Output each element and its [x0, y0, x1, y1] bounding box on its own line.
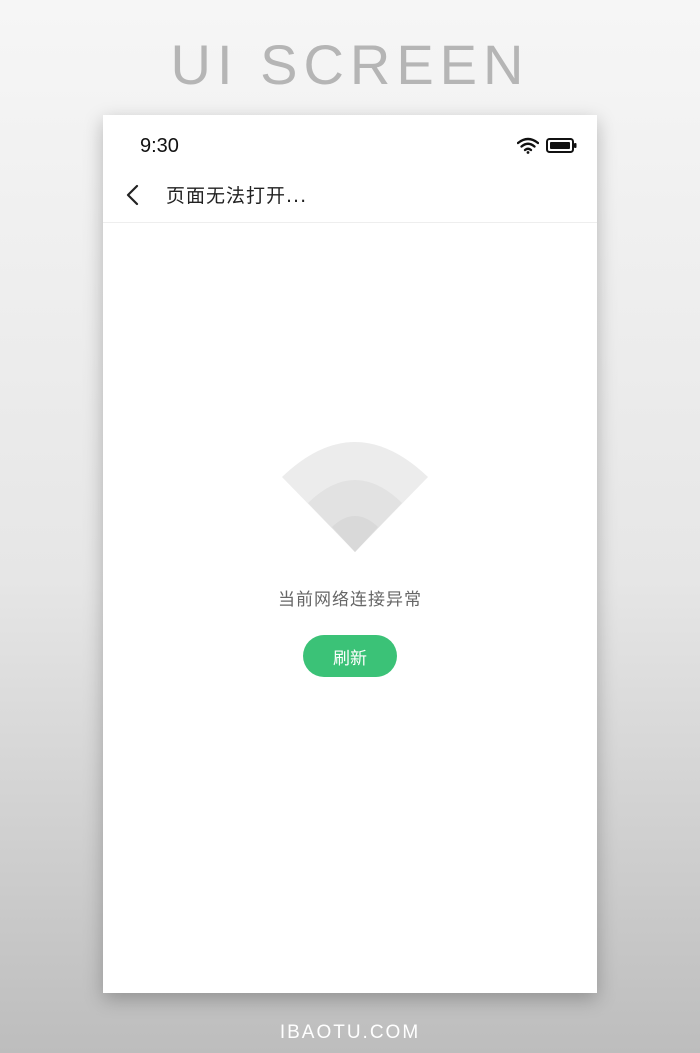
wifi-signal-icon — [282, 442, 428, 552]
nav-bar: 页面无法打开... — [103, 177, 597, 223]
status-time: 9:30 — [140, 135, 179, 157]
back-button[interactable] — [117, 179, 149, 211]
banner-title: UI SCREEN — [170, 33, 530, 96]
status-bar: 9:30 — [103, 115, 597, 177]
phone-screen: 9:30 页面无法打开... 当前网络连接异常 刷新 — [103, 115, 597, 993]
refresh-button[interactable]: 刷新 — [303, 635, 397, 677]
wifi-icon — [517, 137, 539, 154]
footer-brand: IBAOTU.COM — [279, 1022, 421, 1043]
chevron-left-icon — [126, 184, 139, 206]
empty-state-message: 当前网络连接异常 — [278, 590, 422, 610]
battery-icon — [546, 138, 577, 153]
page-title: 页面无法打开... — [166, 185, 308, 207]
